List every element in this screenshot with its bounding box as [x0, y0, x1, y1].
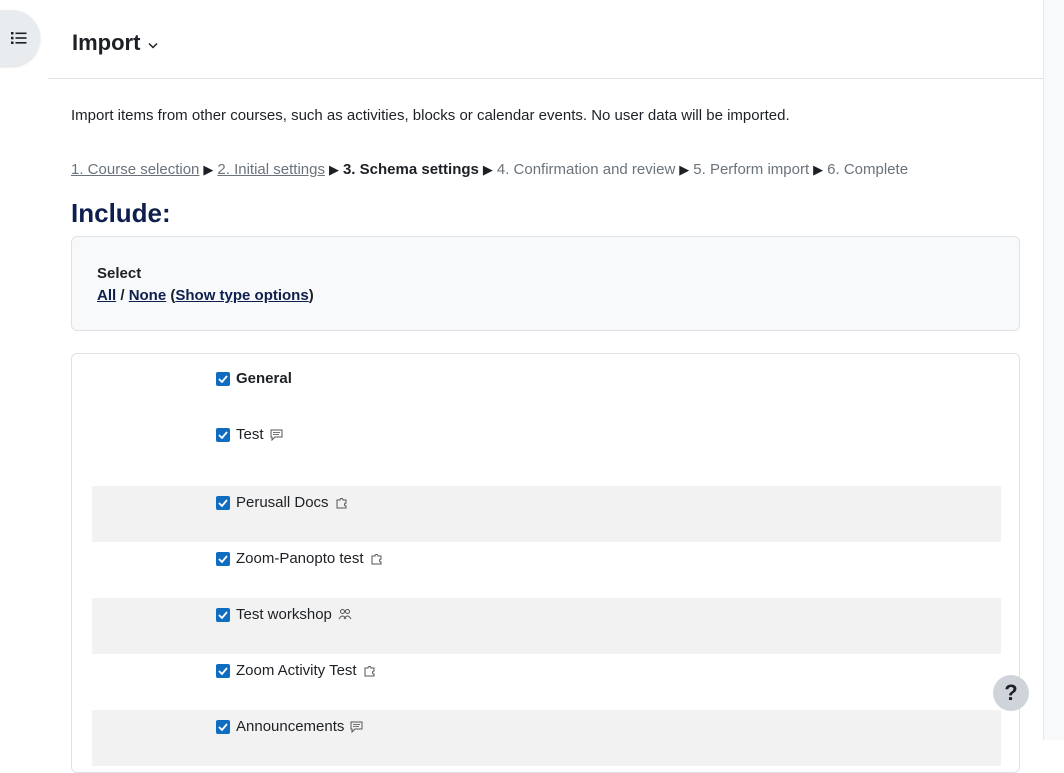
select-panel: Select All / None (Show type options): [71, 236, 1020, 331]
checkmark-icon: [218, 611, 228, 619]
checkbox[interactable]: [216, 664, 230, 678]
course-index-toggle[interactable]: [0, 10, 40, 66]
puzzle-icon: [336, 498, 347, 509]
step-initial-settings[interactable]: 2. Initial settings: [217, 161, 325, 178]
checkbox[interactable]: [216, 608, 230, 622]
step-separator: ▶: [482, 162, 493, 177]
checkbox[interactable]: [216, 552, 230, 566]
select-all-link[interactable]: All: [97, 287, 116, 304]
forum-icon: [350, 721, 363, 733]
checkmark-icon: [218, 555, 228, 563]
step-schema-settings: 3. Schema settings: [342, 161, 479, 178]
step-separator: ▶: [203, 162, 214, 177]
puzzle-icon: [371, 554, 382, 565]
item-label: Perusall Docs: [236, 494, 348, 511]
list-item: Test: [92, 418, 1001, 474]
list-item: General: [92, 362, 1001, 418]
select-none-link[interactable]: None: [129, 287, 167, 304]
checkbox[interactable]: [216, 372, 230, 386]
list-item: Zoom Activity Test: [92, 654, 1001, 710]
forum-icon: [270, 429, 283, 441]
step-course-selection[interactable]: 1. Course selection: [71, 161, 199, 178]
page-header: Import: [48, 0, 1044, 79]
help-button[interactable]: ?: [993, 675, 1029, 711]
item-label: Test: [236, 426, 283, 443]
step-separator: ▶: [813, 162, 824, 177]
workshop-icon: [338, 609, 352, 620]
step-confirmation-review: 4. Confirmation and review: [496, 161, 676, 178]
list-icon: [11, 32, 27, 44]
checkmark-icon: [218, 431, 228, 439]
list-item: Perusall Docs: [92, 486, 1001, 542]
intro-text: Import items from other courses, such as…: [71, 107, 790, 124]
list-item: Announcements: [92, 710, 1001, 766]
step-separator: ▶: [328, 162, 339, 177]
list-item: Zoom-Panopto test: [92, 542, 1001, 598]
step-perform-import: 5. Perform import: [693, 161, 810, 178]
puzzle-icon: [364, 666, 375, 677]
slash-separator: /: [120, 287, 125, 304]
list-item: Test workshop: [92, 598, 1001, 654]
include-heading: Include:: [71, 198, 171, 228]
chevron-down-icon: [148, 42, 158, 49]
show-type-options-link[interactable]: Show type options: [175, 287, 308, 304]
checkbox[interactable]: [216, 428, 230, 442]
help-icon: ?: [1004, 680, 1018, 705]
checkbox[interactable]: [216, 720, 230, 734]
page-title-menu[interactable]: Import: [72, 30, 158, 56]
item-label: General: [236, 370, 292, 387]
item-label: Announcements: [236, 718, 363, 735]
checkmark-icon: [218, 375, 228, 383]
step-complete: 6. Complete: [827, 161, 909, 178]
select-links: All / None (Show type options): [97, 287, 314, 304]
checkbox[interactable]: [216, 496, 230, 510]
right-drawer-edge: [1043, 0, 1064, 740]
item-label: Zoom Activity Test: [236, 662, 376, 679]
close-paren: ): [308, 287, 314, 304]
item-label: Zoom-Panopto test: [236, 550, 383, 567]
checkmark-icon: [218, 723, 228, 731]
include-items-panel: General Test Perusall Docs Zoom-Panopto …: [71, 353, 1020, 773]
item-label: Test workshop: [236, 606, 352, 623]
checkmark-icon: [218, 667, 228, 675]
page-title: Import: [72, 30, 141, 55]
checkmark-icon: [218, 499, 228, 507]
import-progress-breadcrumb: 1. Course selection ▶ 2. Initial settings ▶…: [71, 161, 908, 178]
select-label: Select: [97, 265, 142, 282]
step-separator: ▶: [679, 162, 690, 177]
